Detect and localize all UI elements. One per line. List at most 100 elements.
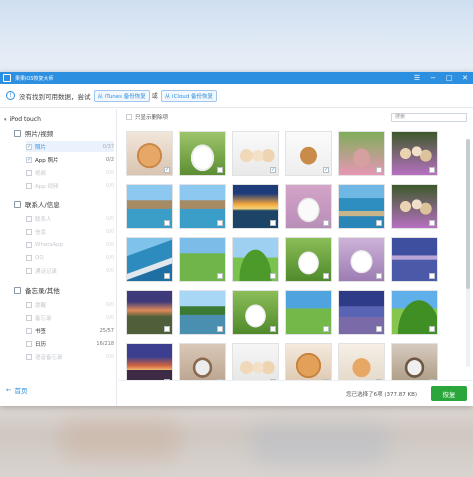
- photo-thumbnail[interactable]: [338, 131, 385, 176]
- show-deleted-checkbox[interactable]: [126, 114, 132, 120]
- checkbox[interactable]: [26, 314, 32, 321]
- sidebar-item-app-videos[interactable]: App 视频 0/0: [26, 180, 114, 191]
- checkbox[interactable]: [26, 267, 32, 274]
- checkbox[interactable]: [26, 182, 32, 189]
- photo-thumbnail[interactable]: ✓: [232, 131, 279, 176]
- photo-thumbnail[interactable]: [232, 343, 279, 381]
- thumbnail-checkbox[interactable]: [323, 220, 329, 226]
- thumbnail-checkbox[interactable]: [164, 273, 170, 279]
- thumbnail-checkbox[interactable]: [164, 220, 170, 226]
- photo-thumbnail[interactable]: [126, 290, 173, 335]
- photo-thumbnail[interactable]: [285, 343, 332, 381]
- menu-icon[interactable]: ☰: [411, 72, 423, 84]
- sidebar-item-photos[interactable]: ✓ 照片 0/37: [26, 141, 114, 152]
- photo-thumbnail[interactable]: [391, 343, 438, 381]
- thumbnail-checkbox[interactable]: [217, 273, 223, 279]
- restore-from-icloud-link[interactable]: 从 iCloud 备份恢复: [160, 89, 218, 102]
- checkbox[interactable]: [26, 353, 32, 360]
- photo-thumbnail[interactable]: [391, 131, 438, 176]
- thumbnail-checkbox[interactable]: [270, 273, 276, 279]
- thumbnail-checkbox[interactable]: [217, 167, 223, 173]
- thumbnail-checkbox[interactable]: [429, 220, 435, 226]
- checkbox[interactable]: [26, 215, 32, 222]
- sidebar-item-messages[interactable]: 信息 0/0: [26, 226, 114, 237]
- photo-thumbnail[interactable]: [232, 237, 279, 282]
- sidebar-item-bookmarks[interactable]: 书签 25/57: [26, 325, 114, 336]
- photo-thumbnail[interactable]: [391, 184, 438, 229]
- photo-thumbnail[interactable]: [179, 237, 226, 282]
- checkbox[interactable]: [26, 327, 32, 334]
- thumbnail-checkbox[interactable]: ✓: [270, 167, 276, 173]
- thumbnail-checkbox[interactable]: [270, 220, 276, 226]
- photo-thumbnail[interactable]: [179, 131, 226, 176]
- thumbnail-checkbox[interactable]: ✓: [323, 167, 329, 173]
- thumbnail-checkbox[interactable]: [429, 326, 435, 332]
- info-text: 没有找到可用数据，尝试: [19, 92, 91, 101]
- thumbnail-checkbox[interactable]: [376, 326, 382, 332]
- photo-thumbnail[interactable]: ✓: [285, 131, 332, 176]
- photo-thumbnail[interactable]: [285, 184, 332, 229]
- sidebar-item-qq[interactable]: QQ 0/0: [26, 252, 114, 263]
- photo-thumbnail[interactable]: [179, 290, 226, 335]
- sidebar-item-notes[interactable]: 备忘录 0/0: [26, 312, 114, 323]
- photo-thumbnail[interactable]: [179, 343, 226, 381]
- thumbnail-checkbox[interactable]: [323, 326, 329, 332]
- sidebar-item-videos[interactable]: 视频 0/0: [26, 167, 114, 178]
- thumbnail-checkbox[interactable]: [164, 326, 170, 332]
- thumbnail-checkbox[interactable]: [376, 220, 382, 226]
- thumbnail-checkbox[interactable]: [217, 326, 223, 332]
- checkbox[interactable]: [26, 169, 32, 176]
- device-root[interactable]: ▾ iPod touch: [4, 116, 41, 123]
- section-contacts-messages[interactable]: 联系人/信息: [14, 199, 60, 209]
- restore-from-itunes-link[interactable]: 从 iTunes 备份恢复: [93, 89, 150, 102]
- photo-thumbnail[interactable]: ✓: [126, 131, 173, 176]
- photo-thumbnail[interactable]: [126, 343, 173, 381]
- thumbnail-checkbox[interactable]: [376, 273, 382, 279]
- photo-thumbnail[interactable]: [391, 290, 438, 335]
- thumbnail-checkbox[interactable]: ✓: [164, 167, 170, 173]
- photo-thumbnail[interactable]: [285, 290, 332, 335]
- section-photos-videos[interactable]: 照片/视频: [14, 128, 53, 138]
- close-icon[interactable]: ✕: [459, 72, 471, 84]
- sidebar-item-reminders[interactable]: 提醒 0/0: [26, 299, 114, 310]
- photo-icon: [14, 129, 21, 137]
- photo-thumbnail[interactable]: [126, 184, 173, 229]
- sidebar-item-app-photos[interactable]: ✓ App 照片 0/2: [26, 154, 114, 165]
- photo-thumbnail[interactable]: [232, 290, 279, 335]
- thumbnail-checkbox[interactable]: [429, 167, 435, 173]
- back-home-link[interactable]: ← 首页: [6, 385, 27, 395]
- photo-thumbnail[interactable]: [179, 184, 226, 229]
- photo-thumbnail[interactable]: [126, 237, 173, 282]
- photo-thumbnail[interactable]: [338, 237, 385, 282]
- thumbnail-checkbox[interactable]: [217, 220, 223, 226]
- sidebar-item-whatsapp[interactable]: WhatsApp 0/0: [26, 239, 114, 250]
- checkbox[interactable]: [26, 301, 32, 308]
- sidebar-item-call-history[interactable]: 通话记录 0/0: [26, 265, 114, 276]
- photo-thumbnail[interactable]: [391, 237, 438, 282]
- photo-thumbnail[interactable]: [338, 290, 385, 335]
- section-notes-other[interactable]: 备忘录/其他: [14, 285, 60, 295]
- photo-thumbnail[interactable]: [285, 237, 332, 282]
- photo-grid: ✓ ✓ ✓: [126, 131, 456, 381]
- checkbox[interactable]: [26, 340, 32, 347]
- photo-thumbnail[interactable]: [232, 184, 279, 229]
- checkbox[interactable]: ✓: [26, 156, 32, 163]
- sidebar-item-contacts[interactable]: 联系人 0/0: [26, 213, 114, 224]
- thumbnail-checkbox[interactable]: [270, 326, 276, 332]
- checkbox[interactable]: [26, 241, 32, 248]
- thumbnail-checkbox[interactable]: [429, 273, 435, 279]
- checkbox[interactable]: [26, 254, 32, 261]
- recover-button[interactable]: 恢复: [431, 386, 467, 401]
- maximize-icon[interactable]: □: [443, 72, 455, 84]
- thumbnail-checkbox[interactable]: [376, 167, 382, 173]
- search-input[interactable]: 搜索: [391, 113, 467, 122]
- photo-thumbnail[interactable]: [338, 343, 385, 381]
- thumbnail-checkbox[interactable]: [323, 273, 329, 279]
- sidebar-item-calendar[interactable]: 日历 16/218: [26, 338, 114, 349]
- checkbox[interactable]: ✓: [26, 143, 32, 150]
- sidebar-item-voice-memos[interactable]: 语音备忘录 0/0: [26, 351, 114, 362]
- checkbox[interactable]: [26, 228, 32, 235]
- minimize-icon[interactable]: −: [427, 72, 439, 84]
- scrollbar-thumb[interactable]: [466, 139, 470, 289]
- photo-thumbnail[interactable]: [338, 184, 385, 229]
